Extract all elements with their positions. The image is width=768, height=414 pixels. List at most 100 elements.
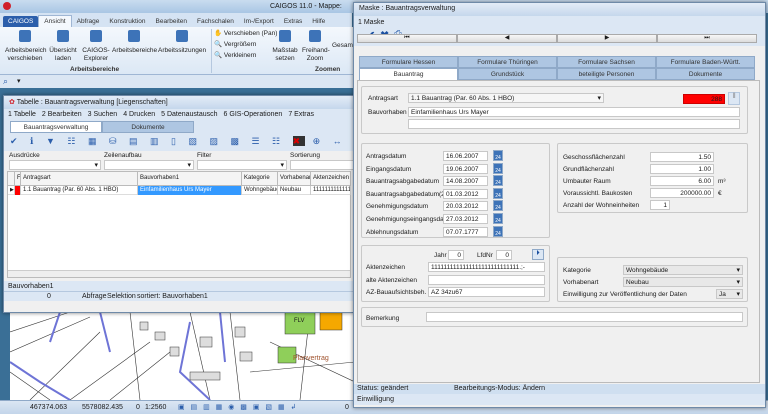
menu-drucken[interactable]: 4 Drucken: [123, 111, 155, 119]
ribbon-tab-extras[interactable]: Extras: [279, 16, 307, 27]
nav-last-button[interactable]: ⏭: [657, 34, 757, 43]
date-input[interactable]: 14.08.2007: [443, 176, 488, 187]
zeilenaufbau-select[interactable]: [104, 160, 194, 170]
calendar-icon[interactable]: 24: [493, 162, 503, 174]
tab-grundstueck[interactable]: Grundstück: [458, 68, 557, 80]
number-input[interactable]: 200000.00: [650, 188, 714, 198]
generate-aktenzeichen-icon[interactable]: ⏵: [532, 249, 544, 260]
pan-button[interactable]: ✋ Verschieben (Pan): [214, 30, 277, 38]
calendar-icon[interactable]: 24: [493, 175, 503, 187]
map-canvas[interactable]: Planvertrag FLV: [10, 312, 355, 400]
calendar-icon[interactable]: 24: [493, 213, 503, 224]
tab-formulare-thueringen[interactable]: Formulare Thüringen: [458, 56, 557, 68]
col-vorhabenart[interactable]: Vorhabenart: [278, 172, 311, 186]
tab-beteiligte-personen[interactable]: beteiligte Personen: [557, 68, 656, 80]
sortierung-select[interactable]: [290, 160, 354, 170]
ribbon-tab-ansicht[interactable]: Ansicht: [38, 15, 72, 27]
az-bauaufsicht-input[interactable]: AZ 34zu67: [428, 287, 545, 297]
tab-bauantragsverwaltung[interactable]: Bauantragsverwaltung: [10, 121, 102, 133]
menu-bearbeiten[interactable]: 2 Bearbeiten: [42, 111, 82, 119]
date-input[interactable]: 16.06.2007: [443, 151, 488, 161]
ausdruecke-select[interactable]: [9, 160, 101, 170]
columns-icon[interactable]: ⦀: [728, 92, 740, 105]
date-label: Genehmigungsdatum: [366, 203, 429, 211]
cell-vorhabenart[interactable]: Neubau: [278, 186, 311, 195]
ribbon-tab-import-export[interactable]: Im-/Export: [239, 16, 279, 27]
table-window-title: Tabelle : Bauantragsverwaltung [Liegensc…: [16, 99, 168, 106]
zoom-out-button[interactable]: 🔍 Verkleinern: [214, 52, 256, 60]
date-input[interactable]: 07.07.1777: [443, 226, 488, 237]
gesamt-button[interactable]: Gesam: [332, 42, 353, 50]
filter-select[interactable]: [197, 160, 287, 170]
tab-formulare-hessen[interactable]: Formulare Hessen: [359, 56, 458, 68]
ribbon-tab-abfrage[interactable]: Abfrage: [72, 16, 105, 27]
cell-antragsart[interactable]: 1.1 Bauantrag (Par. 60 Abs. 1 HBO): [21, 186, 138, 195]
nav-first-button[interactable]: ⏮: [357, 34, 457, 43]
coord-z: 0: [136, 404, 140, 411]
menu-extras[interactable]: 7 Extras: [288, 111, 314, 119]
cell-kategorie[interactable]: Wohngebäude: [242, 186, 278, 195]
calendar-icon[interactable]: 24: [493, 200, 503, 212]
freihand-zoom-button[interactable]: Freihand-Zoom: [302, 30, 330, 63]
uebersicht-laden-button[interactable]: Übersicht laden: [48, 30, 78, 63]
snap-tool-icons[interactable]: ▣ ▤ ▥ ▦ ◉ ▩ ▣ ▧ ▦ ↲: [178, 403, 298, 411]
bemerkung-input[interactable]: [426, 312, 743, 322]
calendar-icon[interactable]: 24: [493, 225, 503, 237]
arbeitsbereich-verschieben-button[interactable]: Arbeitsbereich verschieben: [5, 30, 47, 63]
ribbon-tab-bearbeiten[interactable]: Bearbeiten: [151, 16, 192, 27]
zoom-in-button[interactable]: 🔍 Vergrößern: [214, 41, 256, 49]
col-bauvorhaben1[interactable]: Bauvorhaben1: [138, 172, 242, 186]
kategorie-select[interactable]: Wohngebäude: [623, 265, 743, 275]
table-toolbar[interactable]: ✔ ℹ ▼ ☷ ▦ ⛁ ▤ ▥ ▯ ▧ ▨ ▩ ☰ ☷ ✖ ⊕ ↔ ▣ ▢ ⌕: [4, 133, 354, 151]
col-kategorie[interactable]: Kategorie: [242, 172, 278, 186]
jahr-input[interactable]: 0: [448, 250, 464, 260]
number-input[interactable]: 1: [650, 200, 670, 210]
menu-tabelle[interactable]: 1 Tabelle: [8, 111, 36, 119]
caigos-explorer-button[interactable]: CAIGOS-Explorer: [80, 30, 112, 63]
massstab-setzen-button[interactable]: Maßstab setzen: [272, 30, 298, 63]
date-input[interactable]: 20.03.2012: [443, 201, 488, 212]
number-input[interactable]: 6.00: [650, 176, 714, 186]
table-row[interactable]: ▶ 1.1 Bauantrag (Par. 60 Abs. 1 HBO) Ein…: [8, 186, 351, 195]
bauvorhaben-input[interactable]: Einfamilienhaus Urs Mayer: [408, 107, 740, 117]
calendar-icon[interactable]: 24: [493, 150, 503, 161]
tab-dokumente[interactable]: Dokumente: [656, 68, 755, 80]
menu-suchen[interactable]: 3 Suchen: [88, 111, 118, 119]
ribbon-tab-hilfe[interactable]: Hilfe: [307, 16, 330, 27]
zoom-icon[interactable]: ⌕: [3, 76, 8, 87]
menu-gis-operationen[interactable]: 6 GIS-Operationen: [224, 111, 283, 119]
calendar-icon[interactable]: 24: [493, 187, 503, 199]
antragsart-select[interactable]: 1.1 Bauantrag (Par. 60 Abs. 1 HBO): [408, 93, 604, 103]
arbeitsbereiche-button[interactable]: Arbeitsbereiche: [112, 30, 157, 55]
number-label: Geschossflächenzahl: [563, 154, 625, 161]
bauvorhaben-input-2[interactable]: [408, 119, 740, 129]
ribbon-tab-caigos[interactable]: CAIGOS: [3, 16, 39, 27]
tab-formulare-sachsen[interactable]: Formulare Sachsen: [557, 56, 656, 68]
nav-prev-button[interactable]: ◀: [457, 34, 557, 43]
tab-dokumente[interactable]: Dokumente: [102, 121, 194, 133]
horizontal-scrollbar[interactable]: [8, 270, 350, 277]
ribbon-tab-fachschalen[interactable]: Fachschalen: [192, 16, 239, 27]
col-aktenzeichen[interactable]: Aktenzeichen: [311, 172, 351, 186]
number-input[interactable]: 1.50: [650, 152, 714, 162]
date-input[interactable]: 27.03.2012: [443, 214, 488, 224]
quick-access-dropdown-icon[interactable]: ▾: [17, 77, 21, 85]
delete-icon[interactable]: ✖: [292, 136, 306, 146]
arbeitssitzungen-button[interactable]: Arbeitssitzungen: [158, 30, 206, 55]
lfdnr-input[interactable]: 0: [496, 250, 512, 260]
menu-maske[interactable]: 1 Maske: [358, 19, 384, 26]
tab-formulare-baden-wuertt[interactable]: Formulare Baden-Württ.: [656, 56, 755, 68]
ribbon-tab-konstruktion[interactable]: Konstruktion: [104, 16, 150, 27]
cell-bauvorhaben1[interactable]: Einfamilienhaus Urs Mayer: [138, 186, 242, 195]
cell-aktenzeichen[interactable]: 1111111111111: [311, 186, 351, 195]
date-input[interactable]: 01.03.2012: [443, 188, 488, 199]
number-input[interactable]: 1.00: [650, 164, 714, 174]
alte-aktenzeichen-input[interactable]: [428, 275, 545, 285]
vorhabenart-select[interactable]: Neubau: [623, 277, 743, 287]
menu-datenaustausch[interactable]: 5 Datenaustausch: [161, 111, 217, 119]
nav-next-button[interactable]: ▶: [557, 34, 657, 43]
einwilligung-select[interactable]: Ja: [716, 289, 743, 299]
aktenzeichen-input[interactable]: 1111111111111111111111111111.;-: [428, 262, 545, 272]
col-antragsart[interactable]: Antragsart: [21, 172, 138, 186]
date-input[interactable]: 19.06.2007: [443, 163, 488, 174]
